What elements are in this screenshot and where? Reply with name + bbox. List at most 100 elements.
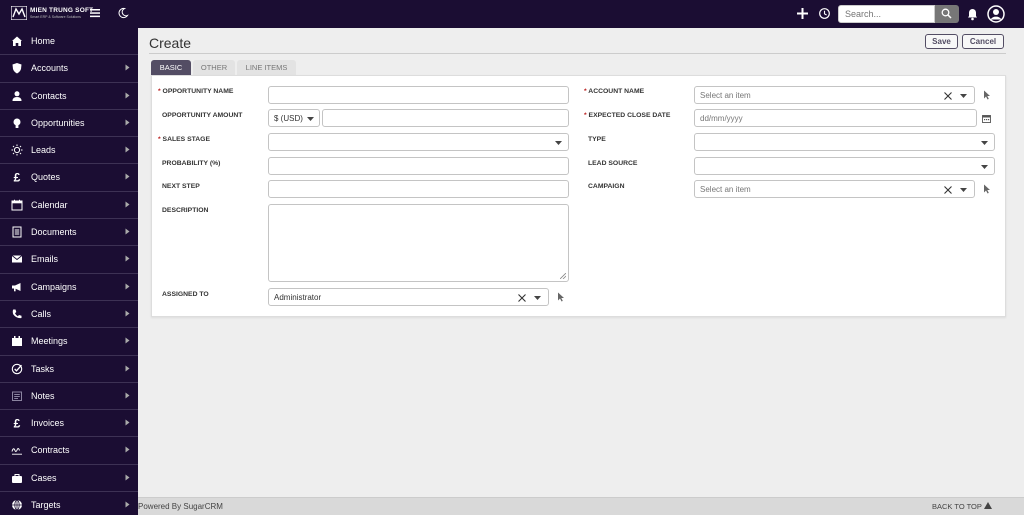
- sidebar-item-contracts[interactable]: Contracts: [0, 437, 138, 465]
- chevron-down-icon[interactable]: [534, 296, 541, 300]
- select-pointer-icon[interactable]: [983, 90, 991, 100]
- chevron-right-icon[interactable]: [125, 501, 130, 508]
- chevron-right-icon[interactable]: [125, 228, 130, 235]
- cases-icon: [12, 473, 22, 483]
- chevron-right-icon[interactable]: [125, 446, 130, 453]
- bell-icon[interactable]: [966, 7, 979, 21]
- sidebar-item-documents[interactable]: Documents: [0, 219, 138, 247]
- chevron-right-icon[interactable]: [125, 392, 130, 399]
- opportunity-name-label-text: OPPORTUNITY NAME: [162, 88, 234, 95]
- sidebar-item-invoices[interactable]: £ Invoices: [0, 410, 138, 438]
- sidebar-item-emails[interactable]: Emails: [0, 246, 138, 274]
- chevron-right-icon[interactable]: [125, 474, 130, 481]
- select-pointer-icon[interactable]: [983, 184, 991, 194]
- user-avatar-icon[interactable]: [987, 5, 1005, 23]
- resize-handle-icon[interactable]: [560, 273, 566, 279]
- sales-stage-label: * SALES STAGE: [158, 136, 210, 143]
- hamburger-menu-icon[interactable]: [89, 7, 101, 19]
- chevron-down-icon[interactable]: [960, 94, 967, 98]
- tab-basic[interactable]: BASIC: [151, 60, 191, 75]
- sidebar-item-accounts[interactable]: Accounts: [0, 55, 138, 83]
- person-icon: [12, 90, 22, 101]
- probability-label: PROBABILITY (%): [162, 160, 221, 167]
- sidebar-item-label: Tasks: [31, 363, 55, 374]
- chevron-down-icon[interactable]: [960, 188, 967, 192]
- chevron-right-icon[interactable]: [125, 92, 130, 99]
- chevron-right-icon[interactable]: [125, 255, 130, 262]
- pound-icon: £: [14, 417, 21, 429]
- sales-stage-select[interactable]: [268, 133, 569, 151]
- lightbulb-icon: [13, 118, 21, 128]
- check-icon: [11, 363, 23, 374]
- next-step-input[interactable]: [268, 180, 569, 198]
- clear-icon[interactable]: [944, 92, 952, 100]
- opportunity-amount-input[interactable]: [322, 109, 569, 127]
- sidebar-item-label: Opportunities: [31, 117, 85, 128]
- sidebar-item-cases[interactable]: Cases: [0, 465, 138, 493]
- sidebar-item-leads[interactable]: Leads: [0, 137, 138, 165]
- chevron-right-icon[interactable]: [125, 146, 130, 153]
- chevron-right-icon[interactable]: [125, 419, 130, 426]
- opportunity-name-input[interactable]: [268, 86, 569, 104]
- tab-line-items[interactable]: LINE ITEMS: [237, 60, 296, 75]
- search-input[interactable]: [838, 5, 935, 23]
- sidebar-item-label: Documents: [31, 227, 77, 238]
- plus-icon[interactable]: [796, 7, 809, 20]
- sidebar-item-tasks[interactable]: Tasks: [0, 356, 138, 383]
- chevron-right-icon[interactable]: [125, 310, 130, 317]
- sidebar-item-contacts[interactable]: Contacts: [0, 83, 138, 110]
- chevron-right-icon[interactable]: [125, 283, 130, 290]
- tab-other[interactable]: OTHER: [193, 60, 235, 75]
- chevron-right-icon[interactable]: [125, 337, 130, 344]
- note-icon: [12, 391, 22, 401]
- sidebar-item-calendar[interactable]: Calendar: [0, 192, 138, 220]
- cancel-button[interactable]: Cancel: [962, 34, 1004, 49]
- lead-source-select[interactable]: [694, 157, 995, 175]
- sidebar-item-home[interactable]: Home: [0, 28, 138, 56]
- select-pointer-icon[interactable]: [557, 292, 565, 302]
- assigned-to-input[interactable]: Administrator: [268, 288, 549, 306]
- calendar-icon[interactable]: [982, 114, 991, 123]
- sidebar-nav: Home Accounts Contacts Opportunities Leads £ Q…: [0, 28, 138, 515]
- expected-close-date-label-text: EXPECTED CLOSE DATE: [588, 112, 671, 119]
- sidebar-item-quotes[interactable]: £ Quotes: [0, 164, 138, 192]
- powered-by-text[interactable]: Powered By SugarCRM: [138, 502, 223, 511]
- expected-close-date-input[interactable]: dd/mm/yyyy: [694, 109, 977, 127]
- chevron-right-icon[interactable]: [125, 173, 130, 180]
- sidebar-item-label: Contacts: [31, 90, 67, 101]
- account-name-label-text: ACCOUNT NAME: [588, 88, 645, 95]
- account-name-input[interactable]: Select an item: [694, 86, 975, 104]
- sidebar-item-label: Quotes: [31, 172, 61, 183]
- history-icon[interactable]: [818, 7, 831, 20]
- moon-icon[interactable]: [117, 7, 129, 19]
- clear-icon[interactable]: [944, 186, 952, 194]
- sidebar-item-campaigns[interactable]: Campaigns: [0, 274, 138, 301]
- svg-text:£: £: [14, 417, 21, 429]
- chevron-down-icon: [981, 141, 988, 145]
- chevron-right-icon[interactable]: [125, 64, 130, 71]
- save-button[interactable]: Save: [925, 34, 958, 49]
- search-button[interactable]: [935, 5, 959, 23]
- description-textarea[interactable]: [268, 204, 569, 282]
- currency-select[interactable]: $ (USD): [268, 109, 320, 127]
- footer-bar: [138, 497, 1024, 515]
- brand-logo-icon[interactable]: [11, 6, 27, 20]
- back-to-top-link[interactable]: BACK TO TOP: [932, 502, 982, 511]
- sidebar-item-meetings[interactable]: Meetings: [0, 328, 138, 356]
- currency-value: $ (USD): [274, 114, 303, 123]
- sidebar-item-opportunities[interactable]: Opportunities: [0, 110, 138, 138]
- arrow-up-icon[interactable]: [984, 502, 992, 509]
- chevron-right-icon[interactable]: [125, 201, 130, 208]
- shield-icon: [12, 63, 22, 74]
- clear-icon[interactable]: [518, 294, 526, 302]
- sidebar-item-targets[interactable]: Targets: [0, 492, 138, 515]
- probability-input[interactable]: [268, 157, 569, 175]
- chevron-right-icon[interactable]: [125, 119, 130, 126]
- sun-icon: [11, 144, 23, 156]
- type-select[interactable]: [694, 133, 995, 151]
- sidebar-item-calls[interactable]: Calls: [0, 301, 138, 329]
- chevron-right-icon[interactable]: [125, 365, 130, 372]
- expected-close-date-label: * EXPECTED CLOSE DATE: [584, 112, 670, 119]
- sidebar-item-notes[interactable]: Notes: [0, 383, 138, 411]
- campaign-input[interactable]: Select an item: [694, 180, 975, 198]
